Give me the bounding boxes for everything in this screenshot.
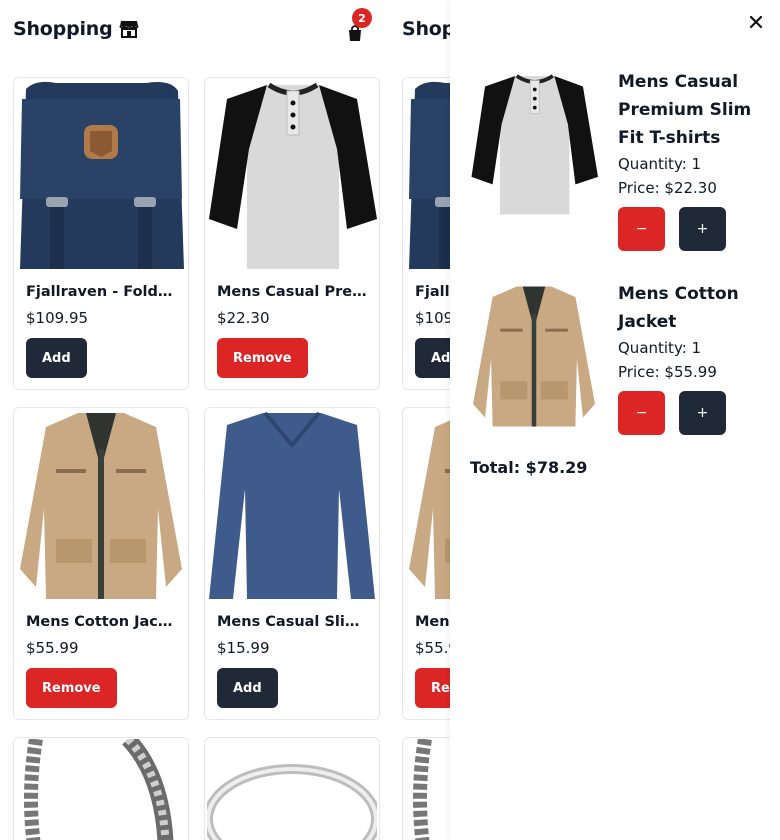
- increase-quantity-button[interactable]: +: [679, 207, 726, 251]
- product-price: $15.99: [217, 639, 270, 657]
- product-price: $109: [415, 309, 454, 327]
- product-image: [207, 79, 377, 269]
- close-icon: [749, 15, 763, 29]
- product-title: Mens Casual Slim Fit: [217, 614, 369, 630]
- store-icon: [118, 20, 139, 38]
- quantity-controls: − +: [618, 207, 726, 251]
- cart-item: Mens Cotton Jacket Quantity: 1 Price: $5…: [470, 280, 770, 440]
- cart-count-badge: 2: [352, 8, 372, 28]
- product-card: [13, 737, 189, 840]
- cart-item-name: Mens Casual Premium Slim Fit T-shirts: [618, 72, 752, 148]
- cart-item-info: Mens Cotton Jacket Quantity: 1 Price: $5…: [618, 280, 768, 384]
- cart-item-image: [470, 283, 598, 427]
- decrease-quantity-button[interactable]: −: [618, 207, 665, 251]
- quantity-controls: − +: [618, 391, 726, 435]
- cart-item-price: Price: $22.30: [618, 179, 717, 197]
- product-title: Mens Casual Premium Slim Fit T-shirts: [217, 284, 369, 300]
- product-card: Fjallraven - Foldsack No. 1 Backpack $10…: [13, 77, 189, 390]
- product-card: [204, 737, 380, 840]
- cart-drawer: Mens Casual Premium Slim Fit T-shirts Qu…: [450, 0, 780, 840]
- product-price: $22.30: [217, 309, 270, 327]
- cart-item-price: Price: $55.99: [618, 363, 717, 381]
- remove-button[interactable]: Remove: [217, 338, 308, 378]
- cart-button[interactable]: 2: [344, 8, 372, 44]
- cart-item-name: Mens Cotton Jacket: [618, 284, 739, 332]
- brand: Shopping: [13, 18, 376, 40]
- product-title: Fjallraven - Foldsack No. 1 Backpack: [26, 284, 178, 300]
- add-button[interactable]: Add: [26, 338, 87, 378]
- cart-item-info: Mens Casual Premium Slim Fit T-shirts Qu…: [618, 68, 768, 200]
- close-button[interactable]: [748, 14, 764, 30]
- add-button[interactable]: Add: [217, 668, 278, 708]
- product-image: [16, 409, 186, 599]
- cart-total: Total: $78.29: [470, 458, 588, 477]
- product-price: $109.95: [26, 309, 89, 327]
- product-image: [16, 79, 186, 269]
- remove-button[interactable]: Remove: [26, 668, 117, 708]
- shop-view-left: Shopping 2 Fjallraven - Foldsack No. 1 B…: [0, 0, 389, 840]
- product-image: [207, 409, 377, 599]
- header: Shopping 2: [13, 8, 376, 48]
- product-image: [207, 739, 377, 840]
- brand-title: Shop: [402, 18, 456, 40]
- brand-title: Shopping: [13, 18, 113, 40]
- product-card: Mens Casual Premium Slim Fit T-shirts $2…: [204, 77, 380, 390]
- cart-item-quantity: Quantity: 1: [618, 339, 702, 357]
- product-card: Mens Cotton Jacket $55.99 Remove: [13, 407, 189, 720]
- increase-quantity-button[interactable]: +: [679, 391, 726, 435]
- product-title: Mens Cotton Jacket: [26, 614, 178, 630]
- product-image: [16, 739, 186, 840]
- decrease-quantity-button[interactable]: −: [618, 391, 665, 435]
- cart-item: Mens Casual Premium Slim Fit T-shirts Qu…: [470, 68, 770, 258]
- product-card: Mens Casual Slim Fit $15.99 Add: [204, 407, 380, 720]
- product-price: $55.99: [26, 639, 79, 657]
- cart-item-image: [470, 69, 598, 217]
- cart-item-quantity: Quantity: 1: [618, 155, 702, 173]
